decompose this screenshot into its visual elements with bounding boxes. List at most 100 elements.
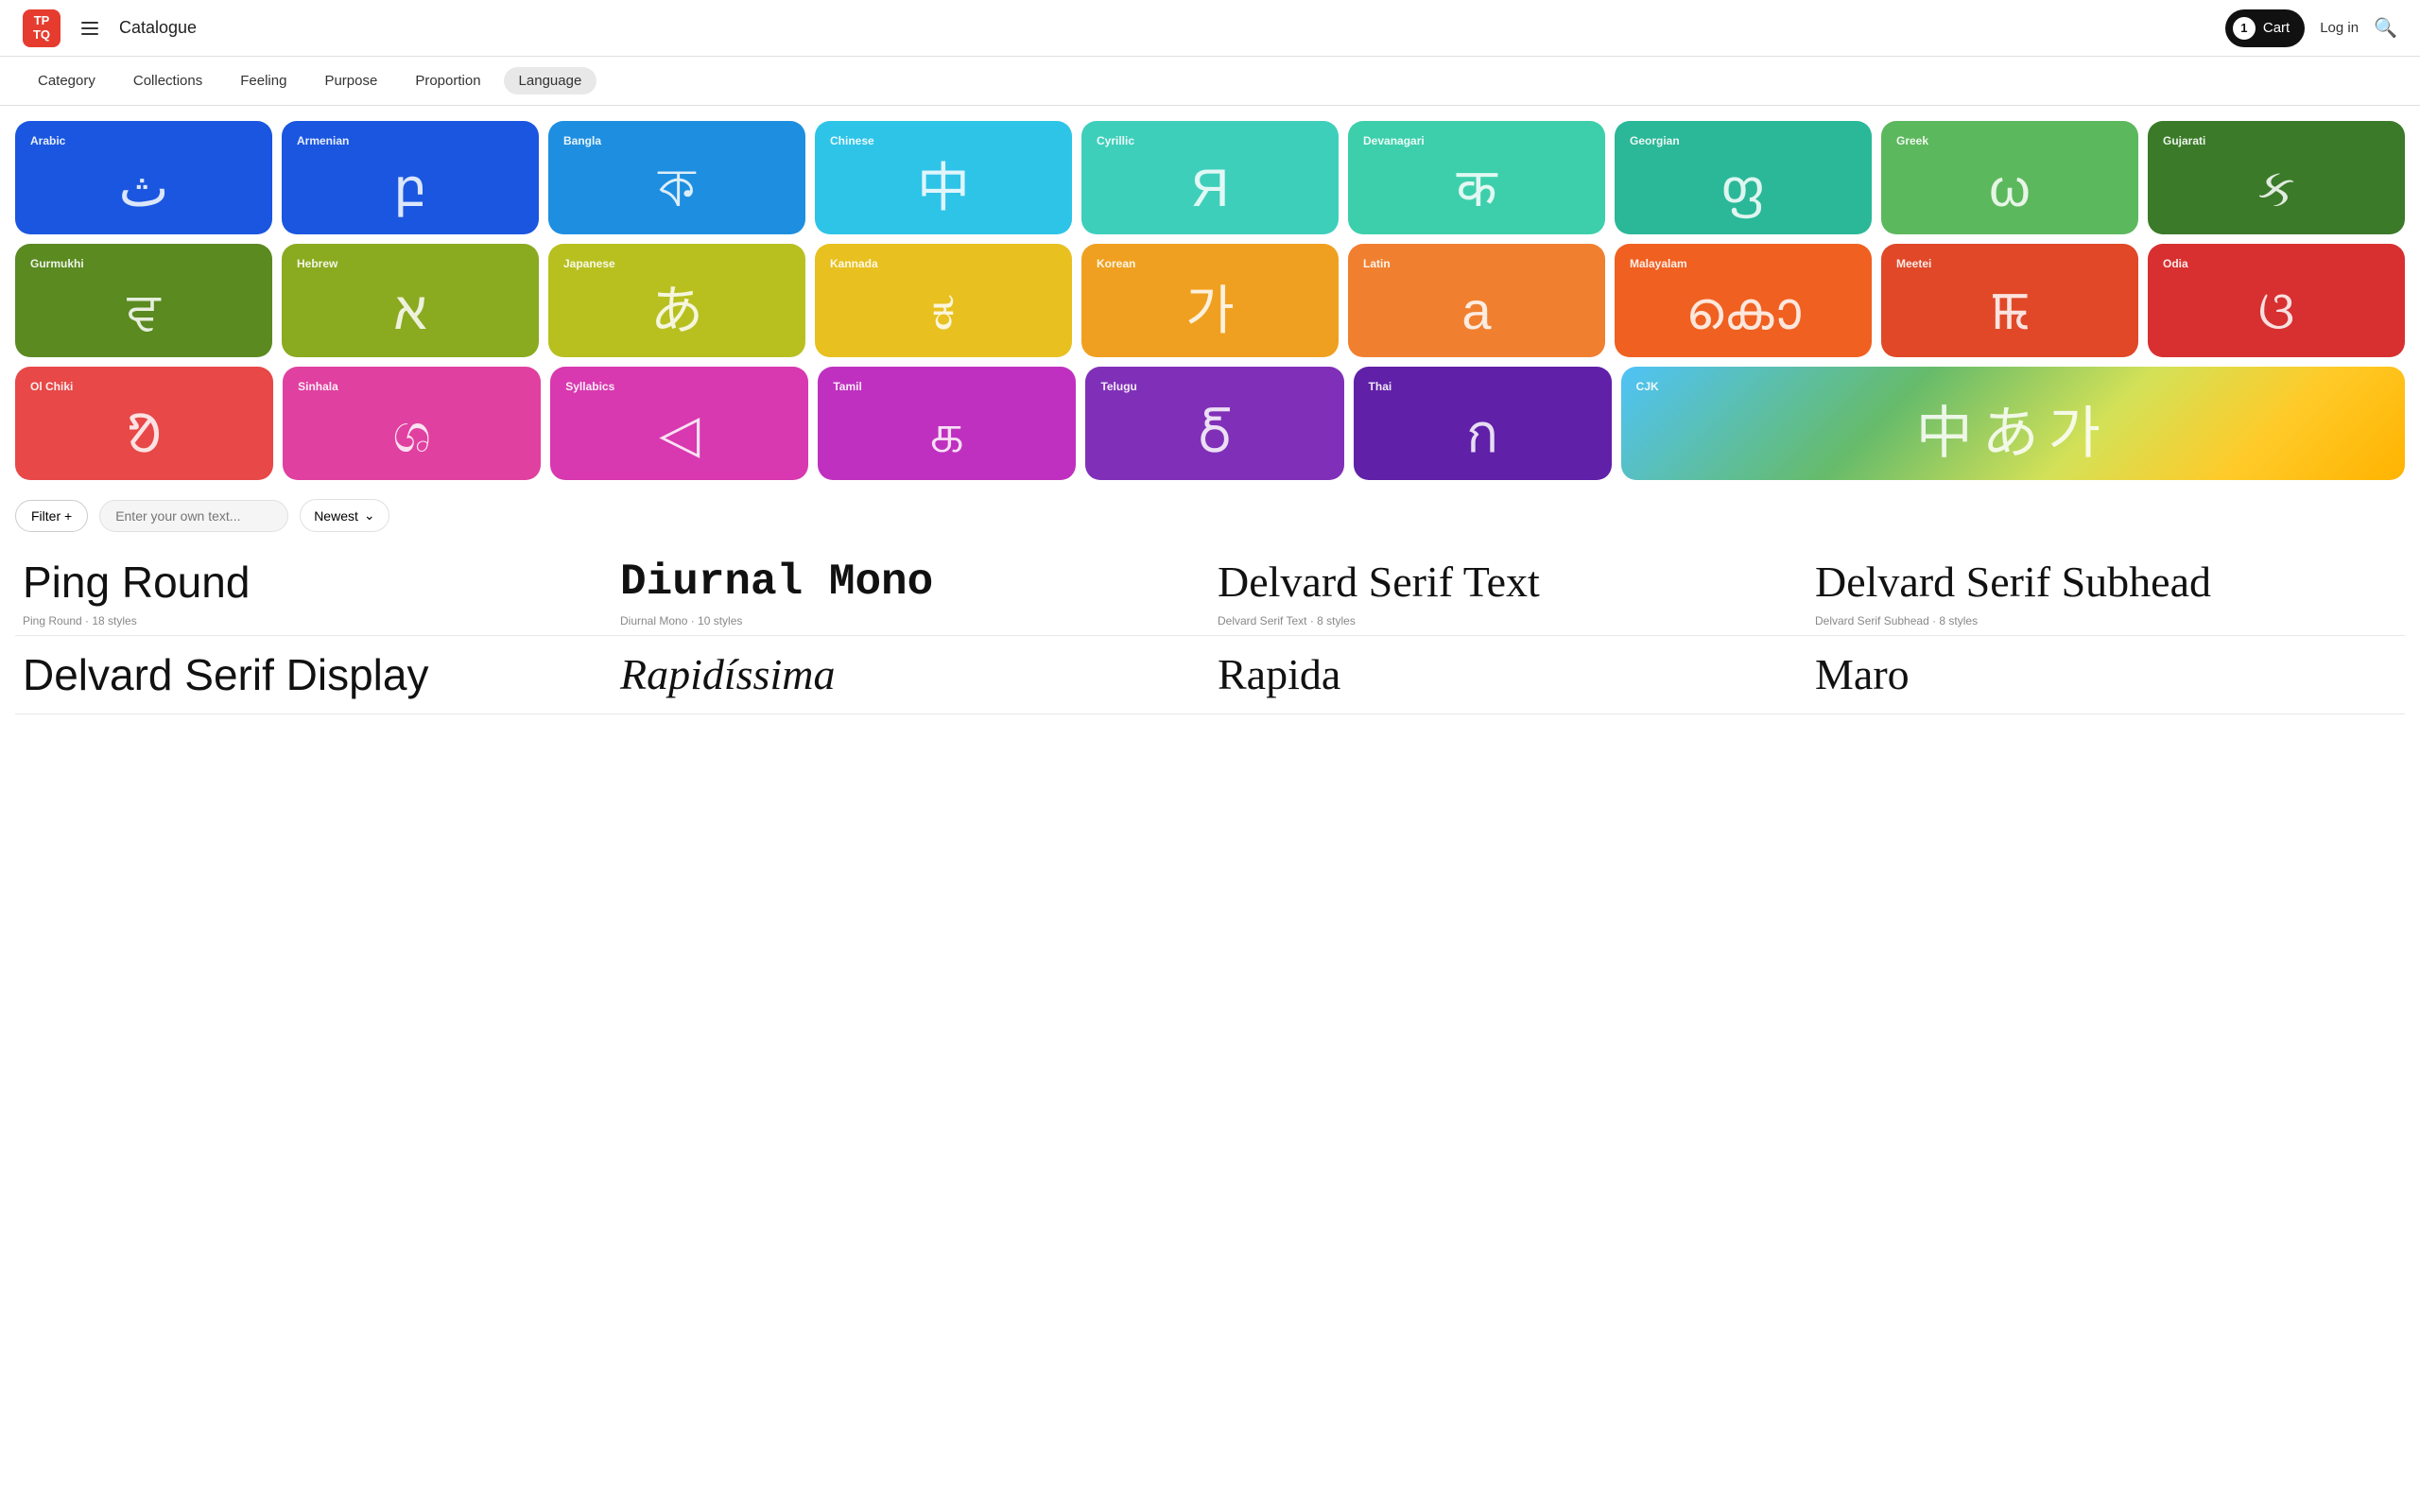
filter-label: Filter + [31,508,72,524]
font-card-4[interactable]: Delvard Serif Display [15,636,613,715]
lang-card-label-kannada: Kannada [830,257,1057,270]
tab-feeling[interactable]: Feeling [225,67,302,94]
font-card-0[interactable]: Ping Round Ping Round · 18 styles [15,543,613,636]
lang-card-japanese[interactable]: Japaneseあ [548,244,805,357]
tab-category[interactable]: Category [23,67,111,94]
font-name-3: Delvard Serif Subhead [1815,558,2397,607]
lang-card-meetei[interactable]: Meetei ꯃ [1881,244,2138,357]
lang-card-glyph-ol-chiki: ᱚ [30,401,258,467]
lang-card-gurmukhi[interactable]: Gurmukhiਵ [15,244,272,357]
lang-card-glyph-telugu: ర్ [1100,401,1328,467]
hamburger-menu[interactable] [76,16,104,41]
lang-card-label-tamil: Tamil [833,380,1061,393]
header-title: Catalogue [119,18,197,38]
lang-card-telugu[interactable]: Teluguర్ [1085,367,1343,480]
lang-card-glyph-georgian: ფ [1630,155,1857,221]
lang-card-korean[interactable]: Korean가 [1081,244,1339,357]
lang-card-gujarati[interactable]: Gujaratiક [2148,121,2405,234]
tab-proportion[interactable]: Proportion [400,67,495,94]
lang-card-glyph-greek: ω [1896,155,2123,221]
lang-card-glyph-syllabics: ◁ [565,401,793,467]
lang-card-latin[interactable]: Latin a [1348,244,1605,357]
lang-card-kannada[interactable]: Kannada ಕ [815,244,1072,357]
lang-card-thai[interactable]: Thaiก [1354,367,1612,480]
lang-card-label-japanese: Japanese [563,257,790,270]
font-name-0: Ping Round [23,558,605,607]
header-actions: 1 Cart Log in 🔍 [2225,9,2397,47]
language-section: ArabicثArmenianբBanglaক Chinese 中 CyrillicЯ… [0,106,2420,488]
lang-card-georgian[interactable]: Georgian ფ [1615,121,1872,234]
lang-card-label-ol-chiki: Ol Chiki [30,380,258,393]
font-card-5[interactable]: Rapidíssima [613,636,1210,715]
lang-card-bangla[interactable]: Banglaক [548,121,805,234]
lang-card-glyph-malayalam: കൊ [1630,278,1857,344]
lang-card-label-thai: Thai [1369,380,1597,393]
lang-card-label-korean: Korean [1097,257,1323,270]
lang-card-armenian[interactable]: Armenianբ [282,121,539,234]
lang-card-greek[interactable]: Greek ω [1881,121,2138,234]
lang-card-glyph-armenian: բ [297,155,524,221]
lang-card-label-malayalam: Malayalam [1630,257,1857,270]
lang-card-sinhala[interactable]: Sinhalaශ [283,367,541,480]
lang-card-label-devanagari: Devanagari [1363,134,1590,147]
font-meta-3: Delvard Serif Subhead · 8 styles [1815,614,2397,627]
lang-card-label-hebrew: Hebrew [297,257,524,270]
tab-purpose[interactable]: Purpose [309,67,392,94]
font-name-2: Delvard Serif Text [1218,558,1800,607]
lang-card-devanagari[interactable]: Devanagariक [1348,121,1605,234]
lang-card-label-latin: Latin [1363,257,1590,270]
tab-language[interactable]: Language [504,67,597,94]
lang-card-hebrew[interactable]: Hebrew א [282,244,539,357]
header: TPTQ Catalogue 1 Cart Log in 🔍 [0,0,2420,57]
lang-card-arabic[interactable]: Arabicث [15,121,272,234]
lang-card-glyph-chinese: 中 [830,155,1057,221]
cart-label: Cart [2263,20,2290,36]
font-card-7[interactable]: Maro [1807,636,2405,715]
lang-card-label-greek: Greek [1896,134,2123,147]
font-card-3[interactable]: Delvard Serif Subhead Delvard Serif Subhe… [1807,543,2405,636]
lang-card-label-cyrillic: Cyrillic [1097,134,1323,147]
lang-card-glyph-latin: a [1363,278,1590,344]
font-meta-2: Delvard Serif Text · 8 styles [1218,614,1800,627]
lang-card-glyph-kannada: ಕ [830,278,1057,344]
font-name-7: Maro [1815,651,2397,699]
font-meta-0: Ping Round · 18 styles [23,614,605,627]
lang-card-glyph-hebrew: א [297,278,524,344]
lang-card-odia[interactable]: Odiaଓ [2148,244,2405,357]
lang-card-tamil[interactable]: Tamil க [818,367,1076,480]
lang-card-glyph-tamil: க [833,401,1061,467]
custom-text-input[interactable] [99,500,288,532]
font-meta-1: Diurnal Mono · 10 styles [620,614,1202,627]
tab-collections[interactable]: Collections [118,67,217,94]
lang-card-label-gujarati: Gujarati [2163,134,2390,147]
lang-card-ol-chiki[interactable]: Ol Chiki ᱚ [15,367,273,480]
logo[interactable]: TPTQ [23,9,60,47]
lang-card-malayalam[interactable]: Malayalam കൊ [1615,244,1872,357]
lang-card-chinese[interactable]: Chinese 中 [815,121,1072,234]
lang-card-label-syllabics: Syllabics [565,380,793,393]
lang-card-glyph-meetei: ꯃ [1896,278,2123,344]
cart-button[interactable]: 1 Cart [2225,9,2305,47]
login-button[interactable]: Log in [2320,20,2359,36]
language-grid-row3: Ol Chiki ᱚ Sinhalaශ Syllabics ◁ Tamil க Teluguర… [15,367,2405,480]
font-card-6[interactable]: Rapida [1210,636,1807,715]
sort-button[interactable]: Newest ⌄ [300,499,389,532]
lang-card-label-georgian: Georgian [1630,134,1857,147]
lang-card-label-chinese: Chinese [830,134,1057,147]
lang-card-cyrillic[interactable]: CyrillicЯ [1081,121,1339,234]
lang-card-syllabics[interactable]: Syllabics ◁ [550,367,808,480]
search-button[interactable]: 🔍 [2374,16,2397,40]
lang-card-label-meetei: Meetei [1896,257,2123,270]
lang-card-glyph-cjk-label: 中あ가 [1636,401,2390,467]
filter-button[interactable]: Filter + [15,500,88,532]
font-card-1[interactable]: Diurnal Mono Diurnal Mono · 10 styles [613,543,1210,636]
cart-count: 1 [2233,17,2256,40]
lang-card-glyph-sinhala: ශ [298,401,526,467]
language-grid-row1: ArabicثArmenianբBanglaক Chinese 中 CyrillicЯ… [15,121,2405,234]
lang-card-label-odia: Odia [2163,257,2390,270]
filter-bar: Filter + Newest ⌄ [0,488,2420,543]
font-card-2[interactable]: Delvard Serif Text Delvard Serif Text · 8… [1210,543,1807,636]
font-name-1: Diurnal Mono [620,558,1202,607]
font-name-5: Rapidíssima [620,651,1202,699]
lang-card-cjk-label[interactable]: CJK中あ가 [1621,367,2405,480]
